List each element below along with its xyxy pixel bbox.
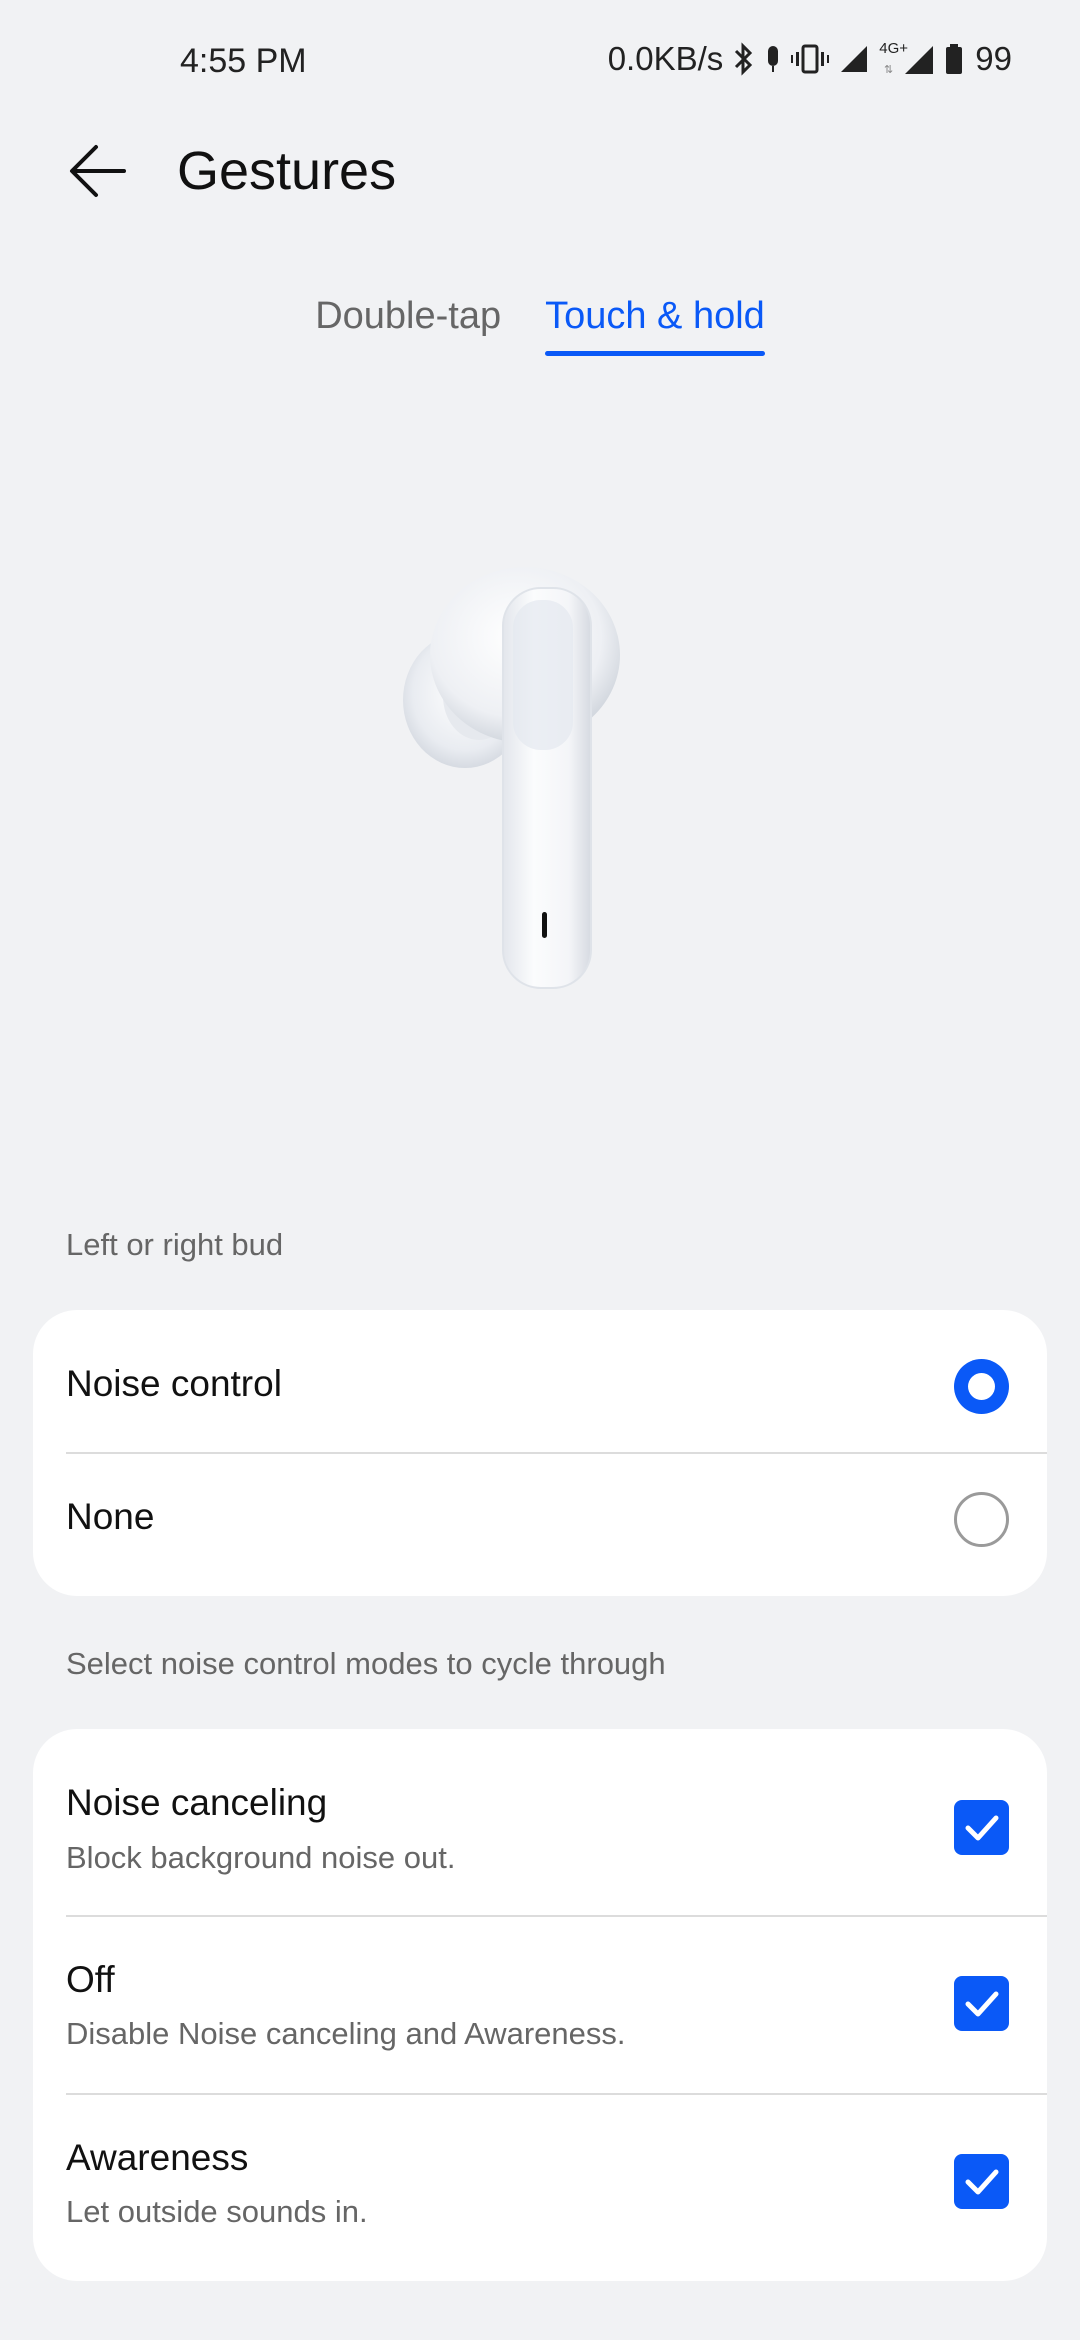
earbud-illustration [395,560,655,1000]
bluetooth-icon [733,42,755,76]
radio-unselected[interactable] [954,1492,1009,1547]
signal-4g-icon: 4G+ ⇅ [879,40,935,76]
status-time: 4:55 PM [180,42,307,80]
gesture-tabs: Double-tap Touch & hold [0,295,1080,356]
mode-subtitle: Let outside sounds in. [66,2194,368,2229]
tab-touch-and-hold[interactable]: Touch & hold [545,295,765,356]
status-icons: 0.0KB/s 4G+ ⇅ 99 [608,40,1012,78]
vibrate-icon [791,42,830,76]
battery-icon [945,42,963,76]
battery-level: 99 [975,40,1012,77]
mic-icon [765,42,781,76]
svg-text:⇅: ⇅ [884,63,893,76]
back-button[interactable] [62,135,134,207]
mode-title: Noise canceling [66,1782,328,1823]
mode-awareness[interactable]: Awareness Let outside sounds in. [33,2095,1047,2281]
mode-title: Off [66,1959,115,2000]
app-header: Gestures [0,125,1080,215]
arrow-left-icon [70,145,126,197]
bud-options-card: Noise control None [33,1310,1047,1596]
signal-icon [839,44,869,74]
mode-off[interactable]: Off Disable Noise canceling and Awarenes… [33,1917,1047,2093]
mode-subtitle: Block background noise out. [66,1840,456,1875]
bud-section-label: Left or right bud [66,1227,284,1262]
modes-section-label: Select noise control modes to cycle thro… [66,1646,666,1681]
status-bar: 4:55 PM 0.0KB/s 4G+ ⇅ 99 [0,0,1080,125]
check-icon [965,1991,998,2016]
checkbox-checked[interactable] [954,1976,1009,2031]
net-speed: 0.0KB/s [607,40,724,77]
page-title: Gestures [177,141,397,201]
checkbox-checked[interactable] [954,2154,1009,2209]
modes-card: Noise canceling Block background noise o… [33,1729,1047,2281]
check-icon [965,2169,998,2194]
mode-noise-canceling[interactable]: Noise canceling Block background noise o… [33,1729,1047,1915]
option-label: None [66,1496,155,1537]
checkbox-checked[interactable] [954,1800,1009,1855]
check-icon [965,1815,998,1840]
mode-title: Awareness [66,2137,249,2178]
tab-double-tap[interactable]: Double-tap [315,295,501,356]
mode-subtitle: Disable Noise canceling and Awareness. [66,2016,626,2051]
radio-selected[interactable] [954,1359,1009,1414]
option-label: Noise control [66,1363,282,1404]
option-noise-control[interactable]: Noise control [33,1310,1047,1453]
option-none[interactable]: None [33,1454,1047,1596]
